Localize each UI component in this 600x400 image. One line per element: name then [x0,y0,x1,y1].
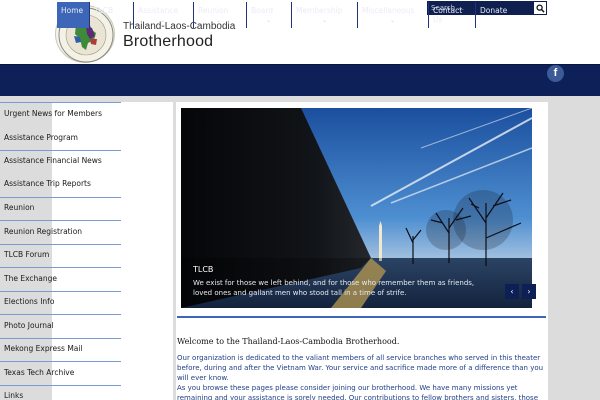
nav-reunion[interactable]: Reunion ⌄ [193,2,243,28]
sidebar-divider [0,197,121,198]
sidebar-item-mekong-express-mail[interactable]: Mekong Express Mail [0,343,121,355]
slide-caption: We exist for those we left behind, and f… [193,279,475,297]
search-icon [535,3,545,13]
welcome-heading: Welcome to the Thailand-Laos-Cambodia Br… [177,337,400,346]
nav-miscellaneous[interactable]: Miscellaneous ⌄ [357,2,427,28]
nav-donate[interactable]: Donate [475,2,511,28]
sidebar-item-urgent-news[interactable]: Urgent News for Members [0,108,121,120]
nav-board-label: Board [251,6,274,15]
slider-prev-icon[interactable]: ‹ [505,284,519,299]
nav-board[interactable]: Board ⌄ [246,2,290,28]
sidebar-item-tlcb-forum[interactable]: TLCB Forum [0,249,121,261]
chevron-down-icon: ⌄ [215,17,222,24]
sidebar-divider [0,291,121,292]
chevron-down-icon: ⌄ [321,17,328,24]
sidebar-divider [0,361,121,362]
search-button[interactable] [533,1,547,15]
chevron-down-icon: ⌄ [159,17,166,24]
sidebar-item-links[interactable]: Links [0,390,121,400]
sidebar-divider [0,220,121,221]
sidebar-divider [0,244,121,245]
sidebar-item-texas-tech-archive[interactable]: Texas Tech Archive [0,367,121,379]
chevron-down-icon: ⌄ [107,17,114,24]
content-divider [177,316,546,318]
nav-reunion-label: Reunion [198,6,229,15]
sidebar-item-reunion-registration[interactable]: Reunion Registration [0,226,121,238]
nav-home[interactable]: Home [57,2,89,28]
nav-home-label: Home [61,6,84,15]
slider-next-icon[interactable]: › [522,284,536,299]
brand-name-line2: Brotherhood [123,33,214,50]
nav-tlcb[interactable]: TLCB ⌄ [89,2,131,28]
sidebar-divider [0,267,121,268]
nav-assistance[interactable]: Assistance ⌄ [133,2,191,28]
sidebar-item-the-exchange[interactable]: The Exchange [0,273,121,285]
sidebar-divider [0,102,121,103]
sidebar-divider [0,385,121,386]
main-navigation [0,64,600,96]
sidebar-item-assistance-program[interactable]: Assistance Program [0,132,121,144]
sidebar-divider [0,150,121,151]
chevron-down-icon: ⌄ [265,17,272,24]
sidebar-item-elections-info[interactable]: Elections Info [0,296,121,308]
intro-paragraph: Our organization is dedicated to the val… [177,354,544,382]
nav-membership[interactable]: Membership ⌄ [291,2,357,28]
sidebar-item-reunion[interactable]: Reunion [0,202,121,214]
slide-title: TLCB [193,265,214,274]
nav-tlcb-label: TLCB [94,6,114,15]
sidebar-item-photo-journal[interactable]: Photo Journal [0,320,121,332]
chevron-down-icon: ⌄ [389,17,396,24]
nav-contact-us[interactable]: Contact Us [428,2,474,28]
nav-membership-label: Membership [296,6,343,15]
nav-miscellaneous-label: Miscellaneous [362,6,415,15]
sidebar-item-assistance-trip-reports[interactable]: Assistance Trip Reports [0,178,121,190]
nav-donate-label: Donate [480,6,508,15]
nav-contact-us-label: Contact Us [433,6,463,24]
join-paragraph: As you browse these pages please conside… [177,384,538,400]
sidebar-divider [0,338,121,339]
facebook-icon[interactable]: f [547,65,564,82]
nav-assistance-label: Assistance [138,6,178,15]
sidebar-item-assistance-financial-news[interactable]: Assistance Financial News [0,155,121,167]
sidebar-divider [0,314,121,315]
